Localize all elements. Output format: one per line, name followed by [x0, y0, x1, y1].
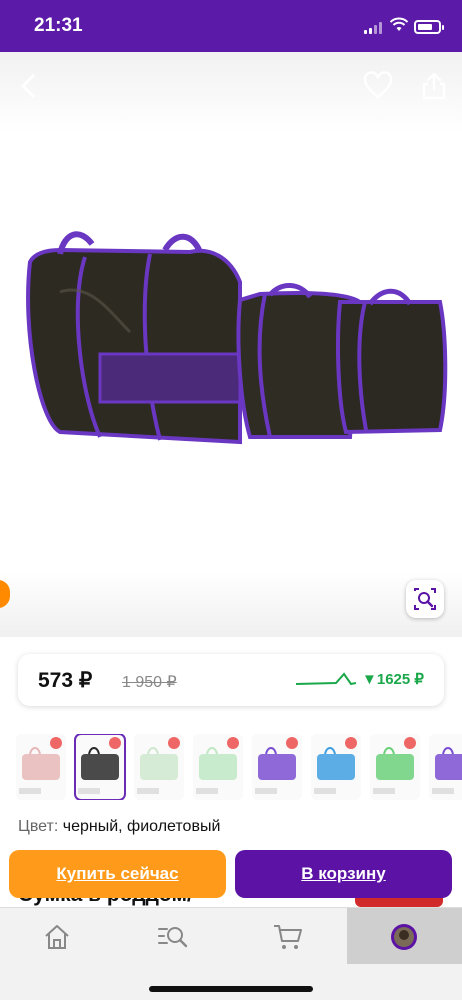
thumb-4[interactable]: [193, 734, 243, 800]
thumb-5[interactable]: [252, 734, 302, 800]
buy-now-button[interactable]: Купить сейчас: [9, 850, 226, 898]
thumbnail-image: [16, 734, 66, 800]
thumb-8[interactable]: [429, 734, 462, 800]
old-price: 1 950 ₽: [122, 674, 177, 691]
thumb-7[interactable]: [370, 734, 420, 800]
price-card: 573 ₽ 1 950 ₽ ▼1625 ₽: [18, 654, 444, 706]
back-button[interactable]: [14, 70, 46, 102]
tab-catalog[interactable]: [115, 908, 230, 964]
add-to-cart-button[interactable]: В корзину: [235, 850, 452, 898]
share-icon[interactable]: [418, 70, 450, 102]
tab-profile[interactable]: [347, 908, 462, 964]
color-info: Цвет: черный, фиолетовый: [18, 818, 220, 836]
product-image-gallery[interactable]: [0, 132, 462, 637]
status-bar: 21:31: [0, 0, 462, 52]
status-time: 21:31: [34, 15, 83, 36]
tab-home[interactable]: [0, 908, 115, 964]
product-photo-bags: [26, 231, 448, 445]
tab-cart[interactable]: [230, 908, 345, 964]
product-page: 21:31 573 ₽ 1 950 ₽ ▼1625 ₽ Цвет: черный…: [0, 0, 462, 1000]
thumbnail-image: [429, 734, 462, 800]
thumbnail-strip[interactable]: [16, 734, 462, 800]
thumb-2[interactable]: [74, 734, 126, 800]
favorite-heart-icon[interactable]: [362, 70, 394, 102]
color-label: Цвет:: [18, 818, 59, 835]
battery-icon: [414, 20, 444, 34]
image-search-icon[interactable]: [406, 580, 444, 618]
thumbnail-image: [75, 734, 125, 800]
thumbnail-image: [370, 734, 420, 800]
thumbnail-image: [193, 734, 243, 800]
thumb-6[interactable]: [311, 734, 361, 800]
home-indicator: [149, 986, 313, 992]
thumbnail-image: [311, 734, 361, 800]
color-value: черный, фиолетовый: [62, 818, 221, 835]
price-drop-badge: ▼1625 ₽: [362, 671, 424, 688]
current-price: 573 ₽: [38, 669, 93, 692]
profile-avatar-icon: [391, 924, 417, 950]
header: 21:31: [0, 0, 462, 132]
price-trend-chart[interactable]: [296, 670, 356, 692]
thumbnail-image: [134, 734, 184, 800]
thumb-1[interactable]: [16, 734, 66, 800]
wifi-icon: [390, 17, 408, 31]
catalog-search-icon: [158, 927, 188, 948]
signal-icon: [364, 22, 384, 34]
thumb-3[interactable]: [134, 734, 184, 800]
thumbnail-image: [252, 734, 302, 800]
home-icon: [45, 925, 69, 949]
cart-icon: [274, 925, 302, 949]
